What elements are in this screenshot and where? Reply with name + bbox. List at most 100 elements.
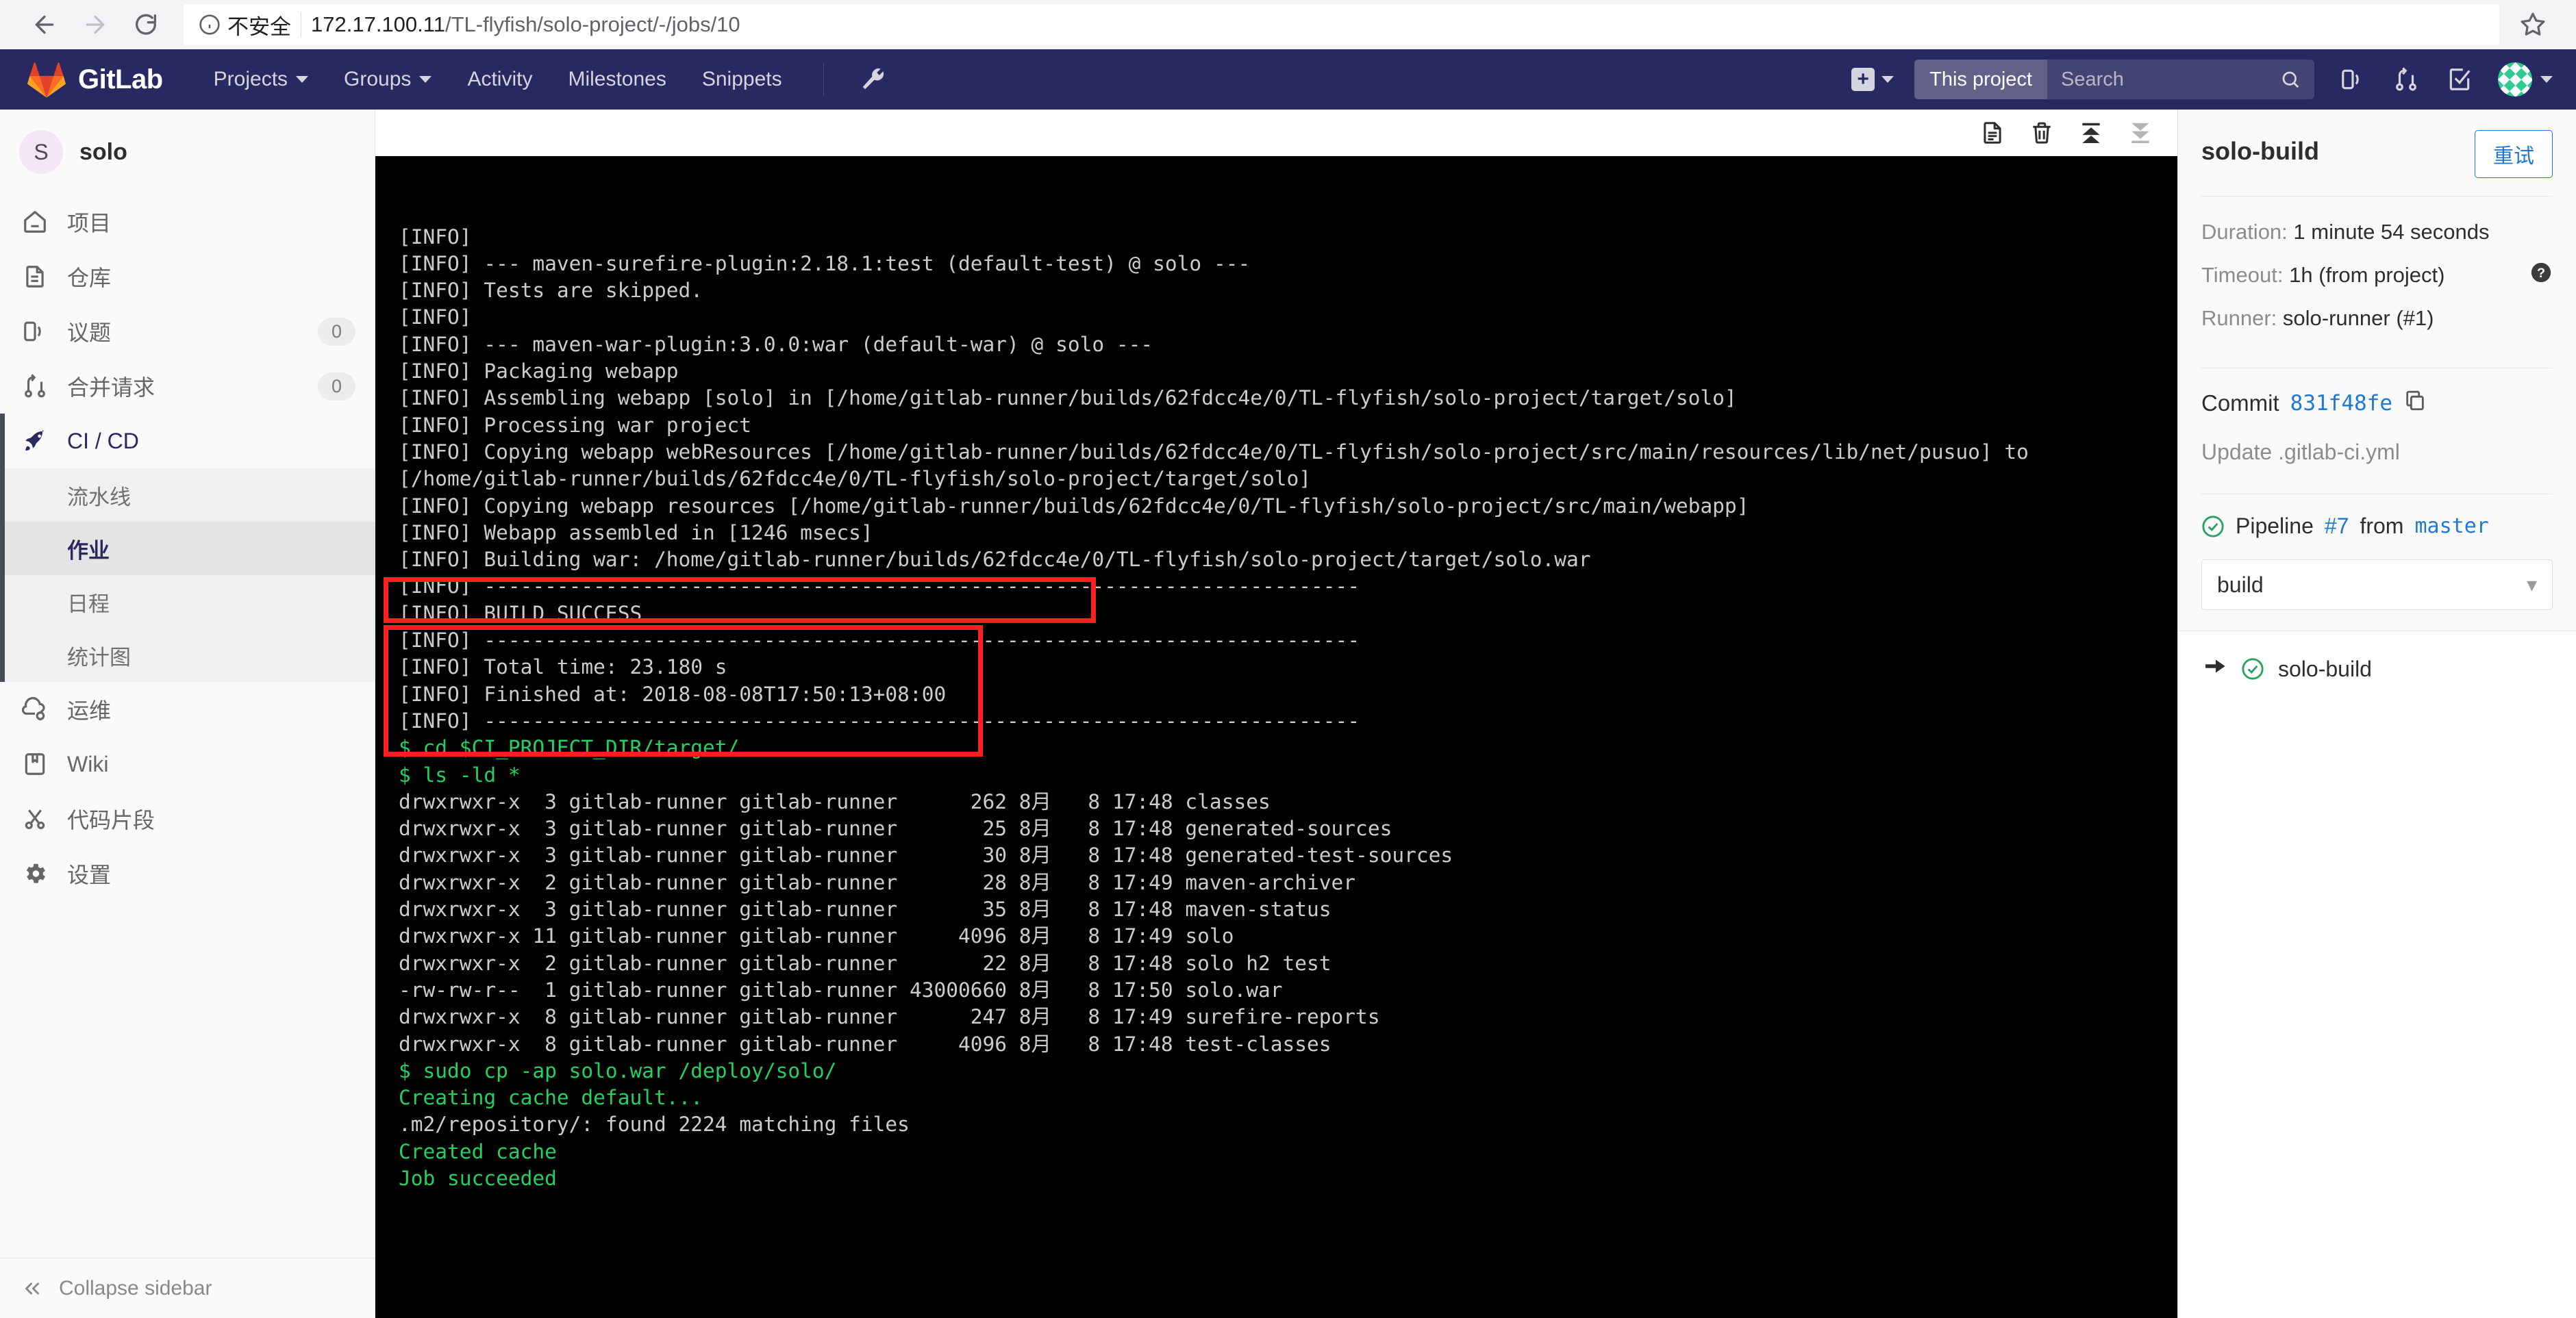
search-icon (2282, 71, 2299, 88)
issues-icon[interactable] (2328, 55, 2377, 104)
log-line: drwxrwxr-x 8 gitlab-runner gitlab-runner… (399, 1032, 1331, 1056)
search-input[interactable]: Search (2047, 68, 2314, 91)
nav-milestones[interactable]: Milestones (550, 49, 684, 110)
job-log-terminal[interactable]: [INFO] [INFO] --- maven-surefire-plugin:2… (375, 156, 2177, 1318)
gitlab-logo-icon (27, 62, 66, 98)
sidebar-item-wiki[interactable]: Wiki (0, 737, 375, 791)
timeout-value: 1h (from project) (2289, 263, 2445, 287)
commit-label: Commit (2201, 390, 2279, 416)
log-line: [INFO] (399, 305, 472, 329)
project-header[interactable]: S solo (0, 110, 375, 194)
sidebar-item-project[interactable]: 项目 (0, 194, 375, 249)
list-item[interactable]: solo-build (2178, 631, 2576, 707)
todos-icon[interactable] (2435, 55, 2484, 104)
home-icon (21, 209, 49, 235)
sidebar-item-operations-label: 运维 (67, 698, 112, 723)
merge-request-icon (21, 373, 49, 399)
url-host: 172.17.100.11 (311, 12, 445, 36)
pipeline-branch-link[interactable]: master (2414, 514, 2488, 538)
help-icon[interactable]: ? (2529, 261, 2553, 290)
issues-icon (21, 318, 49, 344)
job-meta: Duration: 1 minute 54 seconds Timeout: 1… (2178, 197, 2576, 368)
sidebar-item-merge-requests[interactable]: 合并请求 0 (0, 359, 375, 414)
search-scope-label[interactable]: This project (1914, 60, 2047, 99)
document-icon (21, 264, 49, 290)
log-line: [/home/gitlab-runner/builds/62fdcc4e/0/T… (399, 467, 1312, 491)
chevron-down-icon: ▾ (2526, 573, 2537, 596)
wrench-icon[interactable] (847, 66, 898, 92)
search-group[interactable]: This project Search (1914, 60, 2314, 99)
sidebar-subitem-pipelines[interactable]: 流水线 (0, 468, 375, 522)
address-bar[interactable]: 不安全 172.17.100.11/TL-flyfish/solo-projec… (184, 4, 2499, 45)
runner-value: solo-runner (#1) (2282, 306, 2434, 330)
timeout-row: Timeout: 1h (from project) ? (2201, 261, 2553, 290)
log-line: drwxrwxr-x 3 gitlab-runner gitlab-runner… (399, 789, 1271, 813)
retry-button[interactable]: 重试 (2475, 130, 2553, 178)
plus-icon: + (1851, 68, 1875, 91)
nav-snippets[interactable]: Snippets (684, 49, 800, 110)
commit-sha-link[interactable]: 831f48fe (2290, 391, 2392, 416)
nav-activity[interactable]: Activity (449, 49, 550, 110)
trash-icon[interactable] (2017, 112, 2066, 154)
log-line: Job succeeded (399, 1166, 557, 1190)
nav-groups[interactable]: Groups (326, 49, 449, 110)
log-line: [INFO] ---------------------------------… (399, 629, 1360, 652)
raw-log-icon[interactable] (1968, 112, 2017, 154)
sidebar-item-operations[interactable]: 运维 (0, 682, 375, 737)
sidebar-item-project-label: 项目 (67, 211, 112, 236)
log-lines: [INFO] [INFO] --- maven-surefire-plugin:2… (399, 224, 2177, 1193)
user-menu[interactable] (2488, 62, 2553, 97)
duration-value: 1 minute 54 seconds (2293, 220, 2490, 244)
new-item-button[interactable]: + (1840, 68, 1905, 91)
snippet-icon (21, 806, 49, 832)
rocket-icon (21, 428, 49, 454)
pipeline-number-link[interactable]: #7 (2325, 514, 2349, 539)
copy-icon[interactable] (2403, 389, 2427, 418)
sidebar-item-repository[interactable]: 仓库 (0, 249, 375, 304)
log-line: drwxrwxr-x 3 gitlab-runner gitlab-runner… (399, 898, 1331, 922)
log-line: drwxrwxr-x 11 gitlab-runner gitlab-runne… (399, 924, 1234, 948)
merge-requests-icon[interactable] (2381, 55, 2431, 104)
job-detail-panel: solo-build 重试 Duration: 1 minute 54 seco… (2177, 110, 2576, 1318)
star-icon[interactable] (2509, 1, 2557, 49)
runner-label: Runner: (2201, 306, 2277, 330)
sidebar-subitem-jobs[interactable]: 作业 (0, 522, 375, 575)
search-placeholder: Search (2061, 68, 2124, 90)
chevron-down-icon (296, 76, 309, 83)
sidebar-item-issues[interactable]: 议题 0 (0, 304, 375, 359)
status-success-icon (2242, 658, 2264, 680)
sidebar-item-settings[interactable]: 设置 (0, 846, 375, 901)
pipeline-line: Pipeline #7 from master (2201, 514, 2553, 539)
log-line: drwxrwxr-x 2 gitlab-runner gitlab-runner… (399, 870, 1356, 894)
log-line: Creating cache default... (399, 1086, 703, 1110)
page-body: S solo 项目 仓库 议题 0 合并请求 0 CI / CD 流水线 作业 (0, 110, 2576, 1318)
job-name: solo-build (2278, 656, 2372, 681)
gitlab-home-link[interactable]: GitLab (27, 61, 163, 98)
log-line: [INFO] Finished at: 2018-08-08T17:50:13+… (399, 682, 947, 706)
security-chip[interactable]: 不安全 (199, 10, 291, 40)
log-line: $ cd $CI_PROJECT_DIR/target/ (399, 736, 740, 760)
scroll-to-top-icon[interactable] (2066, 112, 2116, 154)
collapse-sidebar-button[interactable]: Collapse sidebar (0, 1258, 375, 1318)
insecure-label: 不安全 (227, 14, 291, 39)
current-job-arrow-icon (2204, 656, 2227, 682)
log-line: [INFO] Copying webapp webResources [/hom… (399, 440, 2029, 464)
back-arrow-icon[interactable] (19, 0, 70, 50)
nav-projects[interactable]: Projects (196, 49, 326, 110)
log-line: drwxrwxr-x 8 gitlab-runner gitlab-runner… (399, 1005, 1380, 1029)
sidebar-item-merge-requests-label: 合并请求 (67, 375, 155, 400)
log-line: drwxrwxr-x 3 gitlab-runner gitlab-runner… (399, 844, 1453, 867)
forward-arrow-icon (70, 0, 121, 50)
log-line: [INFO] ---------------------------------… (399, 574, 1360, 598)
nav-snippets-label: Snippets (701, 68, 782, 90)
stage-select[interactable]: build ▾ (2201, 559, 2553, 610)
stage-select-value: build (2217, 572, 2264, 597)
project-sidebar: S solo 项目 仓库 议题 0 合并请求 0 CI / CD 流水线 作业 (0, 110, 375, 1318)
log-line: $ ls -ld * (399, 763, 521, 787)
log-line: [INFO] Building war: /home/gitlab-runner… (399, 548, 1591, 572)
reload-icon[interactable] (121, 0, 171, 50)
sidebar-item-snippets[interactable]: 代码片段 (0, 791, 375, 846)
sidebar-subitem-charts[interactable]: 统计图 (0, 629, 375, 682)
sidebar-item-cicd[interactable]: CI / CD (0, 414, 375, 468)
sidebar-subitem-schedules[interactable]: 日程 (0, 575, 375, 629)
